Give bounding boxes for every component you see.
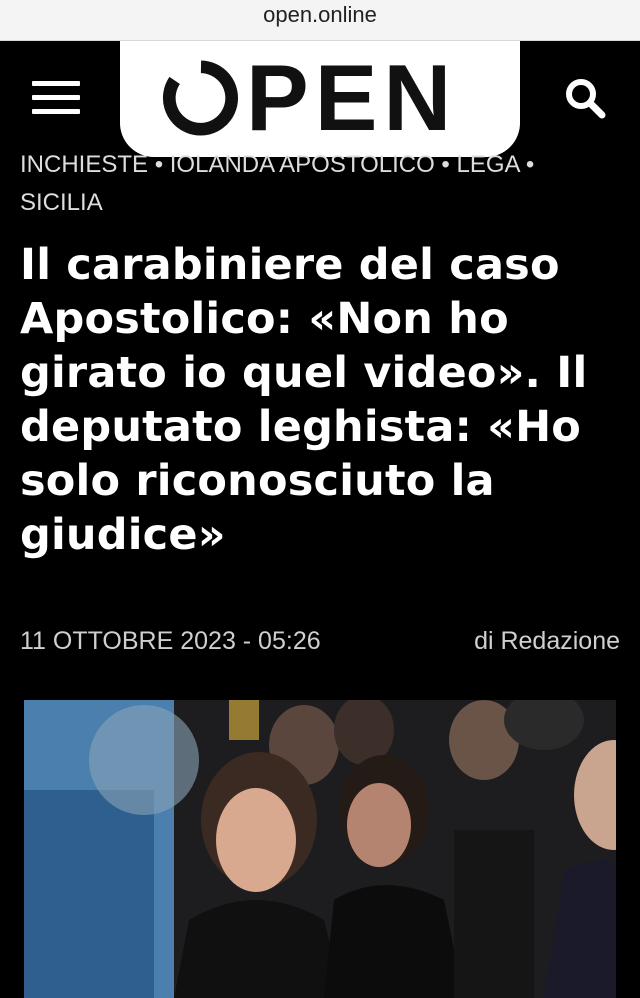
tag-sicilia[interactable]: Sicilia: [20, 189, 103, 216]
site-logo[interactable]: PEN: [162, 45, 458, 150]
tag-lega[interactable]: Lega: [457, 151, 520, 178]
tag-separator: •: [441, 151, 450, 178]
logo-text: PEN: [246, 45, 458, 150]
article-headline: Il carabiniere del caso Apostolico: «Non…: [20, 240, 588, 560]
tag-inchieste[interactable]: Inchieste: [20, 151, 148, 178]
search-icon[interactable]: [562, 75, 610, 123]
site-header: PEN: [0, 41, 640, 157]
article-hero-photo[interactable]: [24, 700, 616, 998]
tag-iolanda-apostolico[interactable]: Iolanda Apostolico: [170, 151, 435, 178]
article-meta: 11 OTTOBRE 2023 - 05:26 di Redazione: [20, 624, 620, 658]
hamburger-menu-icon[interactable]: [32, 81, 80, 115]
author-link[interactable]: di Redazione: [474, 624, 620, 658]
publish-date: 11 OTTOBRE 2023 - 05:26: [20, 627, 321, 655]
tag-separator: •: [154, 151, 164, 178]
url-text: open.online: [263, 2, 377, 27]
browser-address-bar[interactable]: open.online: [0, 0, 640, 41]
tag-separator: •: [525, 151, 535, 178]
logo-o-icon: [162, 60, 238, 136]
crowd-photo-illustration: [24, 700, 616, 998]
article-tags: Inchieste • Iolanda Apostolico • Lega • …: [20, 146, 620, 218]
